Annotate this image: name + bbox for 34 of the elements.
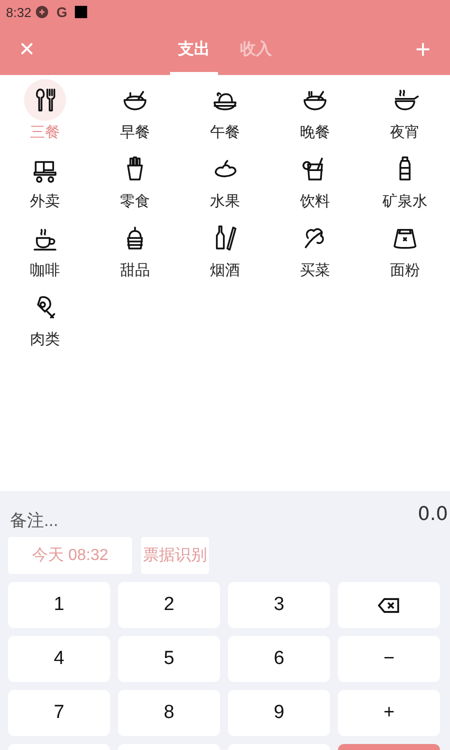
backspace-icon (378, 596, 400, 614)
square-icon (74, 5, 88, 19)
category-item[interactable]: 饮料 (270, 152, 360, 221)
key-button[interactable]: 4 (8, 636, 110, 682)
category-item[interactable]: 外卖 (0, 152, 90, 221)
key-button[interactable]: 5 (118, 636, 220, 682)
notification-icon (35, 5, 50, 19)
key-button[interactable]: 7 (8, 690, 110, 736)
key-button[interactable]: − (338, 636, 440, 682)
category-item[interactable]: 早餐 (90, 83, 180, 152)
key-button[interactable]: 2 (118, 582, 220, 628)
category-item[interactable]: 矿泉水 (360, 152, 450, 221)
amount-display: 0.0 (418, 502, 448, 525)
category-item[interactable]: 晚餐 (270, 83, 360, 152)
key-button[interactable]: 3 (228, 582, 330, 628)
key-button[interactable]: 9 (228, 690, 330, 736)
category-item[interactable]: 烟酒 (180, 221, 270, 290)
status-time: 8:32 (6, 4, 32, 20)
note-field[interactable]: 备注... (8, 499, 212, 535)
key-button[interactable]: 6 (228, 636, 330, 682)
category-item[interactable]: 面粉 (360, 221, 450, 290)
key-button[interactable]: 1 (8, 582, 110, 628)
category-item[interactable]: 夜宵 (360, 83, 450, 152)
key-button[interactable]: + (338, 690, 440, 736)
app-letter-icon: G (56, 4, 68, 20)
category-item[interactable]: 肉类 (0, 290, 90, 359)
category-item[interactable]: 咖啡 (0, 221, 90, 290)
key-button[interactable]: 8 (118, 690, 220, 736)
category-item[interactable]: 午餐 (180, 83, 270, 152)
category-item[interactable]: 水果 (180, 152, 270, 221)
category-item[interactable]: 零食 (90, 152, 180, 221)
category-item[interactable]: 甜品 (90, 221, 180, 290)
backspace-button[interactable] (338, 582, 440, 628)
category-item[interactable]: 买菜 (270, 221, 360, 290)
